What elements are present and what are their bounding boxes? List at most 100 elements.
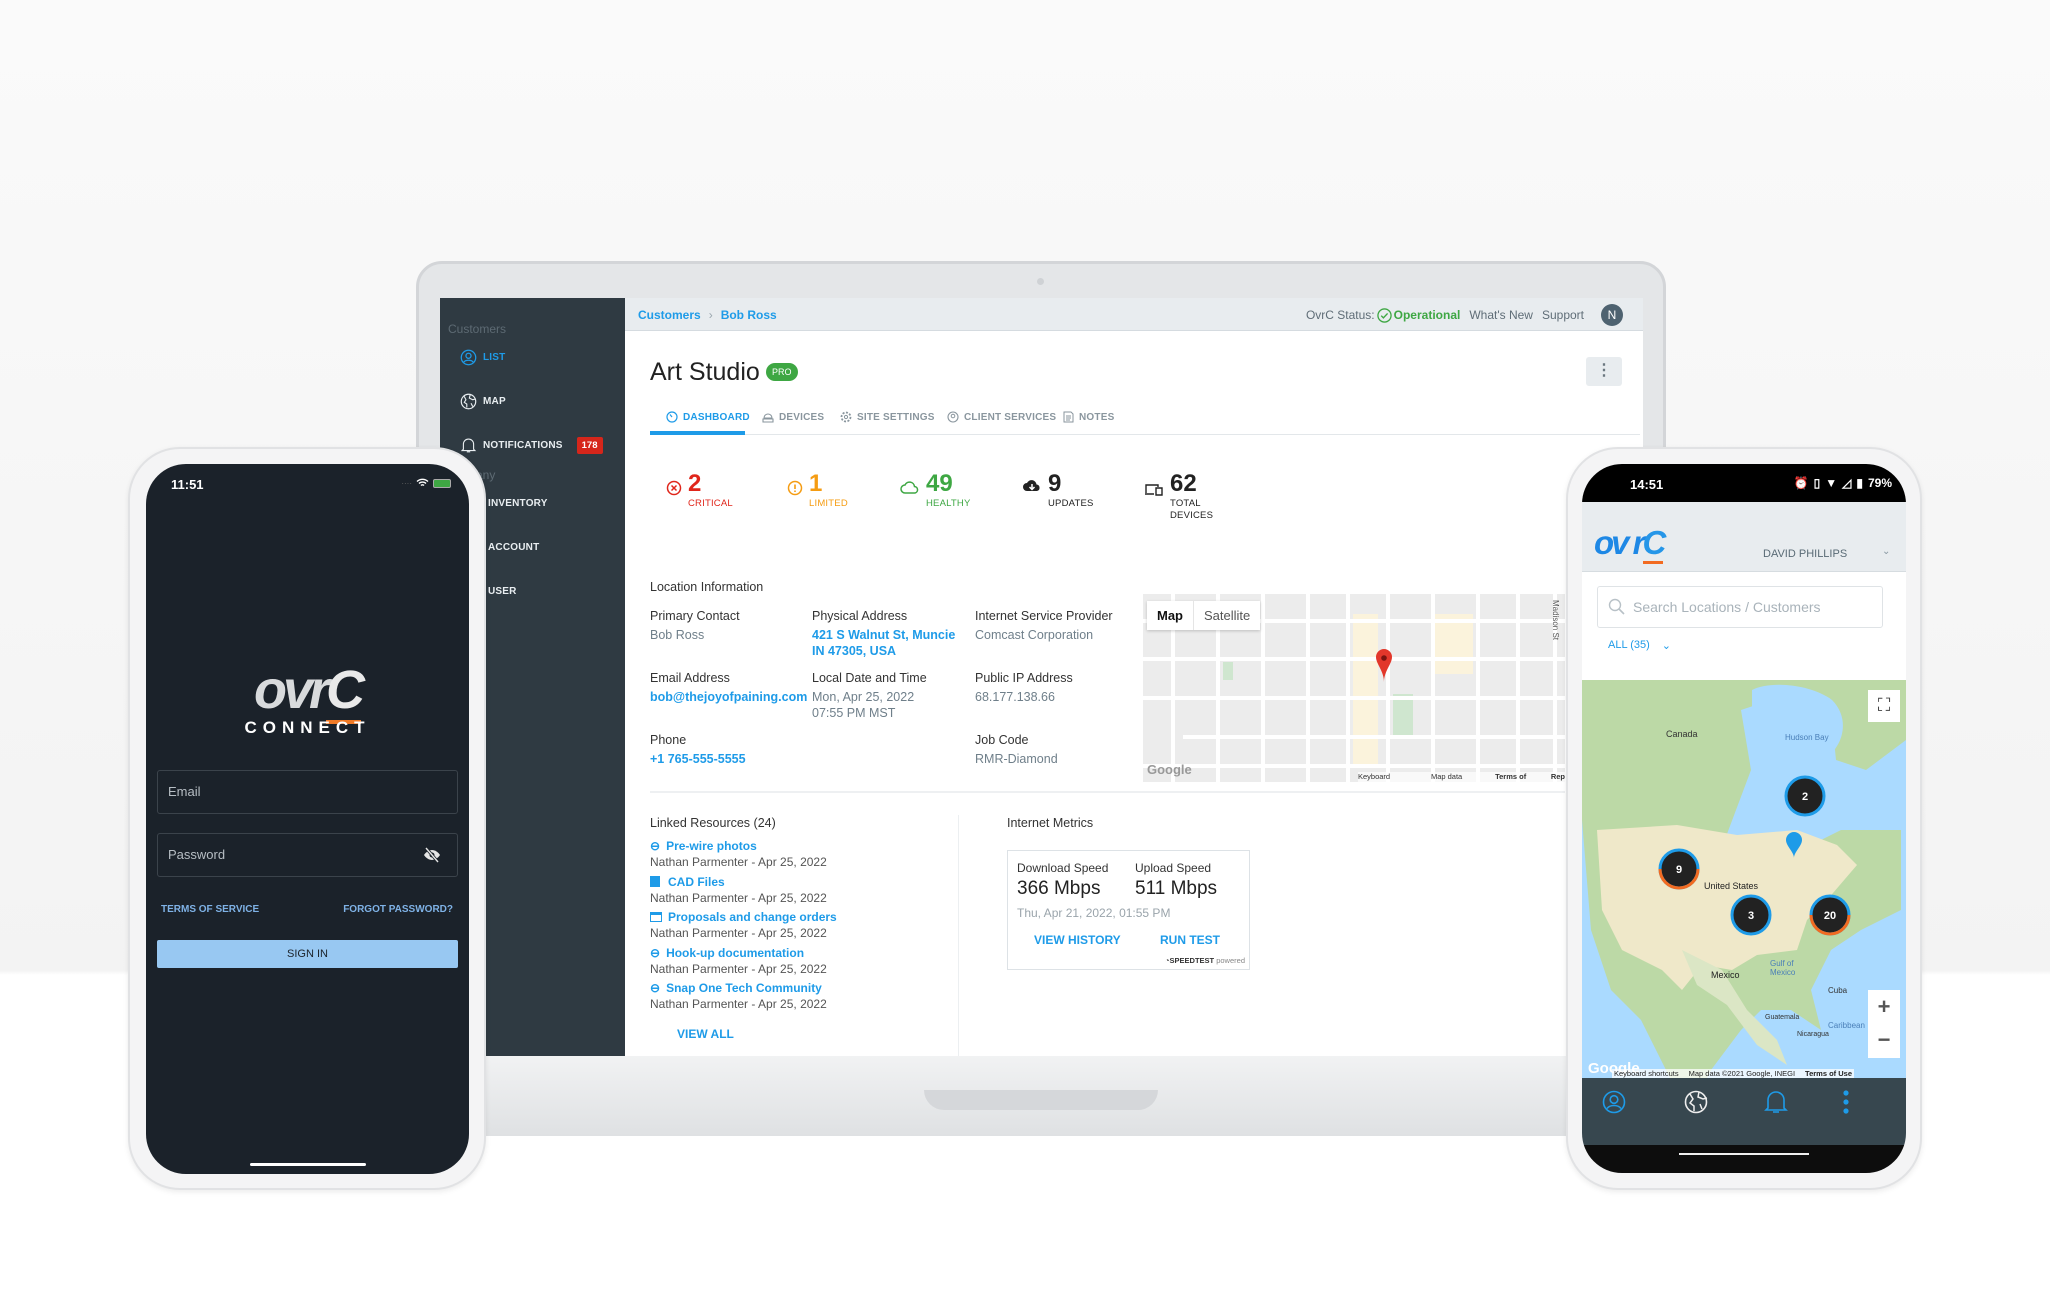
filter-dropdown[interactable]: ALL (35) ⌄ — [1608, 639, 1671, 652]
laptop-notch — [924, 1090, 1158, 1110]
sidebar-item-user[interactable]: USER — [488, 586, 517, 597]
map-tab[interactable]: Map — [1147, 601, 1193, 630]
status-value: Operational — [1393, 308, 1461, 322]
map-cluster-marker[interactable]: 9 — [1658, 848, 1700, 890]
stat-value: 49 — [926, 470, 953, 497]
resource-title[interactable]: CAD Files — [668, 875, 725, 889]
tab-devices[interactable]: DEVICES — [762, 411, 824, 423]
tab-dashboard[interactable]: DASHBOARD — [666, 411, 750, 423]
resource-title[interactable]: Proposals and change orders — [668, 910, 837, 924]
stat-value: 62 — [1170, 470, 1197, 497]
zoom-in-button[interactable]: + — [1868, 990, 1900, 1023]
stat-updates[interactable]: 9 UPDATES — [1022, 470, 1094, 510]
user-circle-icon[interactable] — [1602, 1090, 1626, 1114]
resource-item[interactable]: ⊖ Hook-up documentation Nathan Parmenter -… — [650, 945, 837, 981]
site-map[interactable]: Map Satellite Madison St Google Keyboard… — [1143, 594, 1565, 782]
download-value: 366 Mbps — [1017, 878, 1101, 899]
satellite-tab[interactable]: Satellite — [1193, 601, 1260, 630]
map-cluster-marker[interactable]: 2 — [1784, 775, 1826, 817]
tab-notes[interactable]: NOTES — [1063, 411, 1114, 423]
more-vertical-icon[interactable] — [1842, 1090, 1850, 1114]
resource-item[interactable]: ⊖ Snap One Tech Community Nathan Parmenter… — [650, 980, 837, 1016]
chevron-right-icon: › — [708, 308, 713, 322]
stat-healthy[interactable]: 49 HEALTHY — [900, 470, 971, 510]
tabs-divider — [650, 434, 1640, 435]
field-value: Mon, Apr 25, 2022 — [812, 690, 915, 704]
user-menu[interactable]: DAVID PHILLIPS — [1763, 548, 1847, 560]
sidebar-item-map[interactable]: MAP — [460, 393, 506, 410]
eye-off-icon[interactable] — [423, 847, 441, 863]
email-link[interactable]: bob@thejoyofpaining.com — [650, 689, 807, 705]
resource-item[interactable]: CAD Files Nathan Parmenter - Apr 25, 2022 — [650, 874, 837, 910]
terms-of-service-link[interactable]: TERMS OF SERVICE — [161, 904, 259, 915]
address-link[interactable]: IN 47305, USA — [812, 643, 955, 659]
view-all-button[interactable]: VIEW ALL — [677, 1027, 734, 1041]
vibrate-icon: ▯ — [1813, 476, 1821, 490]
view-history-button[interactable]: VIEW HISTORY — [1034, 933, 1121, 947]
signal-icon: ◿ — [1842, 476, 1852, 490]
laptop-screen: Customers LIST MAP NOTIFICATIONS 178 any… — [440, 298, 1643, 1056]
support-link[interactable]: Support — [1542, 308, 1584, 322]
report-link[interactable]: Rep — [1551, 772, 1565, 782]
fullscreen-button[interactable]: ⛶ — [1868, 690, 1900, 722]
tab-site-settings[interactable]: SITE SETTINGS — [840, 411, 935, 423]
terms-link[interactable]: Terms of Use — [1495, 772, 1541, 782]
map-cluster-marker[interactable]: 20 — [1809, 894, 1851, 936]
tab-label: DASHBOARD — [683, 411, 750, 423]
active-tab-indicator — [650, 431, 745, 435]
public-ip: Public IP Address 68.177.138.66 — [975, 671, 1073, 705]
zoom-out-button[interactable]: − — [1868, 1023, 1900, 1056]
user-circle-icon — [460, 349, 477, 366]
bell-icon[interactable] — [1764, 1089, 1788, 1115]
whats-new-link[interactable]: What's New — [1469, 308, 1533, 322]
status-time: 14:51 — [1630, 477, 1664, 492]
header-right: OvrC Status: Operational What's New Supp… — [1306, 304, 1623, 326]
email-input[interactable]: Email — [157, 770, 458, 814]
sidebar-item-account[interactable]: ACCOUNT — [488, 542, 539, 553]
run-test-button[interactable]: RUN TEST — [1160, 933, 1220, 947]
location-pin-icon[interactable] — [1786, 832, 1802, 858]
sidebar-item-label: LIST — [483, 352, 506, 363]
page-title: Art Studio — [650, 358, 760, 386]
resource-item[interactable]: ⊖ Pre-wire photos Nathan Parmenter - Apr 2… — [650, 838, 837, 874]
avatar[interactable]: N — [1601, 304, 1623, 326]
resource-title[interactable]: Snap One Tech Community — [666, 981, 822, 995]
ovrc-status: OvrC Status: Operational — [1306, 307, 1461, 323]
breadcrumb-bob-ross[interactable]: Bob Ross — [721, 308, 777, 322]
sign-in-button[interactable]: SIGN IN — [157, 940, 458, 968]
battery-icon: ▮ — [1856, 476, 1863, 490]
phone-link[interactable]: +1 765-555-5555 — [650, 751, 746, 767]
stat-label: TOTAL — [1170, 498, 1201, 509]
keyboard-shortcuts-link[interactable]: Keyboard shortcuts — [1614, 1069, 1679, 1078]
address-link[interactable]: 421 S Walnut St, Muncie — [812, 627, 955, 643]
home-indicator — [1679, 1153, 1809, 1155]
stat-label: UPDATES — [1048, 498, 1094, 509]
sidebar-item-notifications[interactable]: NOTIFICATIONS 178 — [460, 436, 603, 454]
map-cluster-marker[interactable]: 3 — [1730, 894, 1772, 936]
status-icons: ⏰ ▯ ▼ ◿ ▮ 79% — [1794, 476, 1892, 490]
stat-limited[interactable]: 1 LIMITED — [787, 470, 848, 510]
chevron-down-icon[interactable]: ⌄ — [1882, 546, 1890, 557]
stat-critical[interactable]: 2 CRITICAL — [666, 470, 733, 510]
globe-icon[interactable] — [1684, 1090, 1708, 1114]
sidebar-item-list[interactable]: LIST — [460, 349, 505, 366]
resource-item[interactable]: Proposals and change orders Nathan Parmen… — [650, 909, 837, 945]
breadcrumb-customers[interactable]: Customers — [638, 308, 701, 322]
search-input[interactable]: Search Locations / Customers — [1597, 586, 1883, 628]
terms-link[interactable]: Terms of Use — [1805, 1069, 1852, 1078]
keyboard-shortcuts-link[interactable]: Keyboard shortcuts — [1358, 772, 1421, 782]
forgot-password-link[interactable]: FORGOT PASSWORD? — [343, 904, 453, 915]
password-input[interactable]: Password — [157, 833, 458, 877]
status-bar: 14:51 ⏰ ▯ ▼ ◿ ▮ 79% — [1582, 464, 1906, 502]
stat-label: LIMITED — [809, 498, 848, 509]
resource-title[interactable]: Hook-up documentation — [666, 946, 804, 960]
email: Email Address bob@thejoyofpaining.com — [650, 671, 807, 705]
tab-client-services[interactable]: CLIENT SERVICES — [947, 411, 1056, 423]
stat-total-devices[interactable]: 62 TOTAL DEVICES — [1144, 470, 1213, 522]
field-value: Comcast Corporation — [975, 628, 1094, 642]
laptop-camera — [1037, 278, 1044, 285]
more-options-button[interactable]: ⋮ — [1586, 357, 1622, 386]
customers-map[interactable]: Canada Hudson Bay United States Mexico G… — [1582, 680, 1906, 1078]
sidebar-item-inventory[interactable]: INVENTORY — [488, 498, 548, 509]
resource-title[interactable]: Pre-wire photos — [666, 839, 757, 853]
